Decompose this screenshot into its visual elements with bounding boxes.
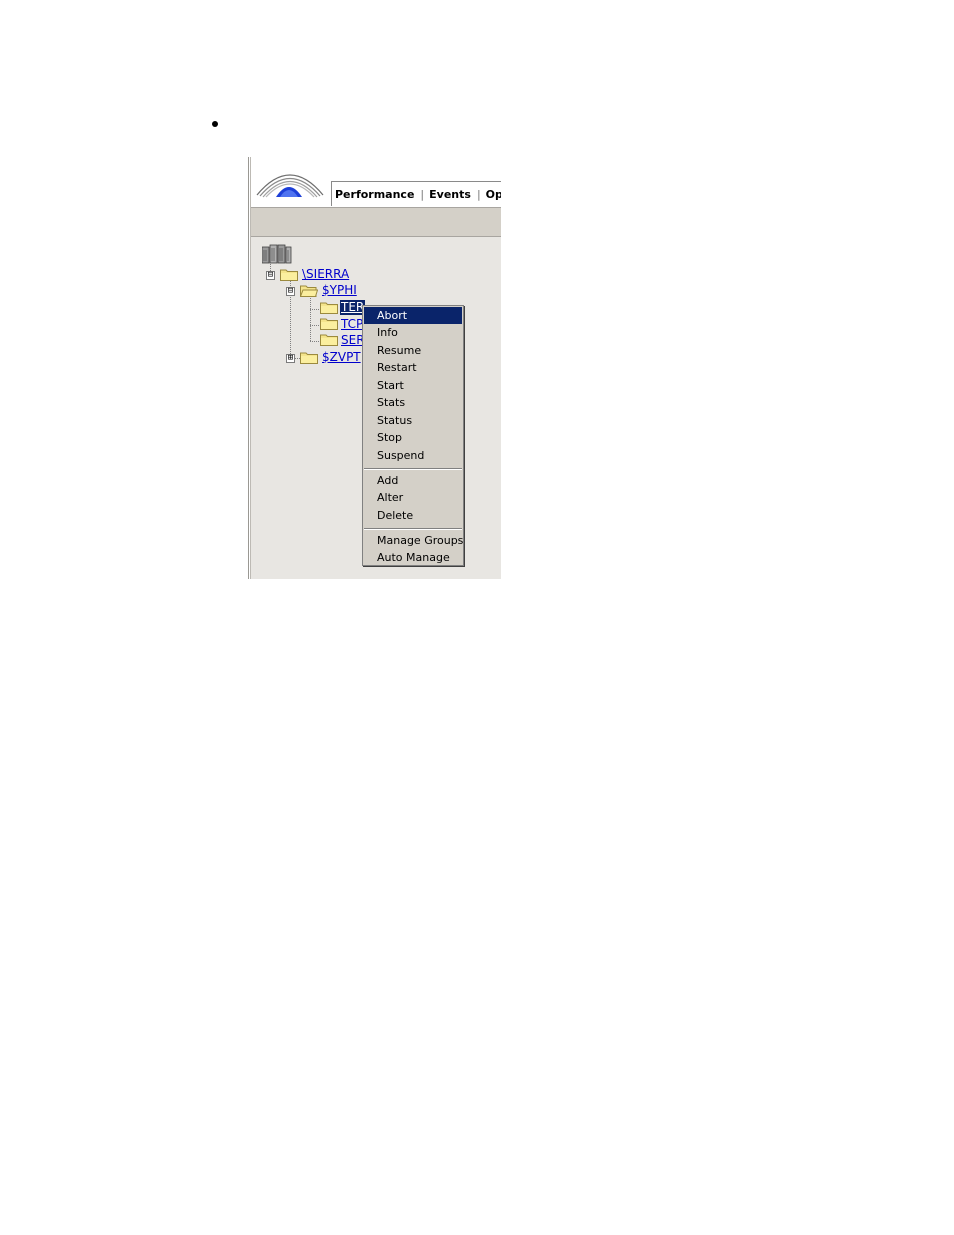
tree-node-tcp[interactable]: TCP [341, 317, 363, 332]
menu-item-add[interactable]: Add [364, 472, 462, 489]
menu-separator [364, 468, 462, 470]
collapse-sierra-icon[interactable]: ⊟ [266, 271, 275, 280]
menu-item-resume[interactable]: Resume [364, 342, 462, 359]
menu-separator [364, 528, 462, 530]
menu-item-alter[interactable]: Alter [364, 489, 462, 506]
tab-separator: | [476, 187, 481, 201]
menu-item-restart[interactable]: Restart [364, 359, 462, 376]
app-window: Performance | Events | Ope [248, 157, 501, 579]
tree-node-sierra[interactable]: \SIERRA [302, 267, 349, 282]
server-rack-icon[interactable] [262, 244, 292, 264]
tree-connector [310, 309, 319, 310]
tree-connector [310, 325, 319, 326]
menu-item-delete[interactable]: Delete [364, 507, 462, 524]
context-menu: Abort Info Resume Restart Start Stats St… [362, 305, 464, 566]
tab-events[interactable]: Events [426, 188, 475, 201]
folder-icon [300, 352, 318, 364]
folder-icon [320, 334, 338, 346]
tree-node-yphi[interactable]: $YPHI [322, 283, 357, 298]
toolbar [251, 207, 501, 237]
menu-item-auto-manage[interactable]: Auto Manage [364, 549, 462, 566]
menu-item-status[interactable]: Status [364, 412, 462, 429]
folder-icon [280, 269, 298, 281]
menu-item-stop[interactable]: Stop [364, 429, 462, 446]
menu-item-info[interactable]: Info [364, 324, 462, 341]
menu-item-manage-groups[interactable]: Manage Groups [364, 532, 463, 549]
tab-operations[interactable]: Ope [483, 188, 501, 201]
arch-logo-icon [256, 174, 324, 198]
tree-node-ser[interactable]: SER [341, 333, 365, 348]
tab-bar: Performance | Events | Ope [331, 181, 501, 206]
tree-connector [310, 341, 319, 342]
menu-item-stats[interactable]: Stats [364, 394, 462, 411]
tree-connector [310, 296, 311, 341]
collapse-yphi-icon[interactable]: ⊟ [286, 287, 295, 296]
open-folder-icon [300, 285, 318, 297]
menu-item-suspend[interactable]: Suspend [364, 447, 462, 464]
folder-icon [320, 302, 338, 314]
app-header: Performance | Events | Ope [251, 157, 501, 207]
folder-icon [320, 318, 338, 330]
expand-zvpt-icon[interactable]: ⊞ [286, 354, 295, 363]
tab-separator: | [420, 187, 425, 201]
menu-item-start[interactable]: Start [364, 377, 462, 394]
list-bullet [212, 121, 218, 127]
tab-performance[interactable]: Performance [332, 188, 418, 201]
tree-node-zvpt[interactable]: $ZVPT [322, 350, 361, 365]
menu-item-abort[interactable]: Abort [364, 307, 462, 324]
